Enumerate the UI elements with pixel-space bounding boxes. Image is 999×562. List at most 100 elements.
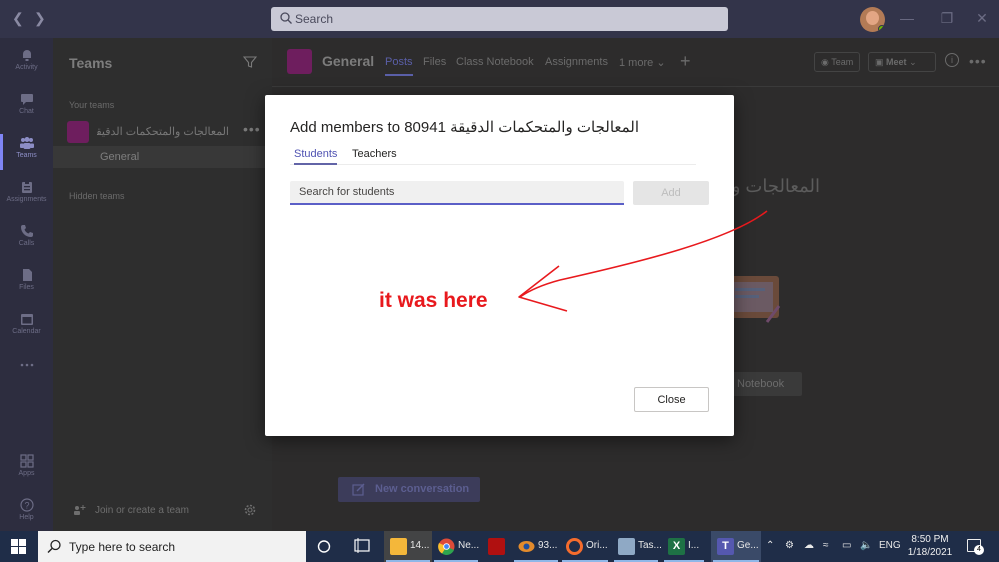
taskbar-app-viewer[interactable]: 93... [512, 531, 560, 562]
file-icon [22, 269, 32, 281]
rail-label: Teams [16, 152, 37, 159]
restore-icon[interactable]: ❐ [940, 11, 954, 25]
taskbar-app-game[interactable] [480, 531, 512, 562]
team-list-item[interactable]: المعالجات والمتحكمات الدقيقة ... ••• [67, 121, 272, 143]
add-members-dialog: Add members to المعالجات والمتحكمات الدق… [265, 95, 734, 436]
team-button[interactable]: ◉ Team [814, 52, 861, 72]
file-explorer-icon [390, 538, 407, 555]
global-search-box[interactable]: Search [271, 7, 728, 31]
taskbar-app-label: Ori... [586, 540, 608, 551]
join-label: Join or create a team [95, 505, 189, 516]
rail-item-activity[interactable]: Activity [0, 42, 53, 86]
channel-title: General [322, 53, 375, 69]
team-more-options-icon[interactable]: ••• [243, 121, 261, 137]
tab-posts[interactable]: Posts [385, 56, 413, 76]
teams-app-icon: T [717, 538, 734, 555]
back-arrow-icon[interactable]: ❮ [12, 10, 24, 27]
taskbar-app-label: 93... [538, 540, 558, 551]
more-dots-icon [20, 363, 33, 367]
taskbar-app-label: Ne... [458, 540, 480, 551]
eye-app-icon [518, 541, 535, 552]
task-view-icon[interactable] [353, 531, 371, 562]
open-notebook-button[interactable]: Notebook [727, 372, 802, 396]
taskbar-app-file-explorer[interactable]: 14... [384, 531, 432, 562]
wifi-icon[interactable]: ≈ [823, 540, 829, 551]
task-manager-icon [618, 538, 635, 555]
channel-item-general[interactable]: General [53, 146, 272, 168]
volume-icon[interactable]: 🔈 [860, 540, 872, 551]
phone-icon [20, 225, 33, 237]
taskbar-app-excel[interactable]: X I... [662, 531, 706, 562]
notification-center-icon[interactable]: 4 [967, 539, 984, 555]
notification-count: 4 [974, 545, 984, 555]
rail-more-apps[interactable] [0, 350, 53, 394]
taskbar-app-teams[interactable]: T Ge... [711, 531, 761, 562]
rail-label: Chat [19, 108, 34, 115]
student-search-input[interactable] [290, 181, 624, 205]
bluetooth-icon[interactable]: ⚙ [785, 540, 794, 551]
taskbar-app-task-manager[interactable]: Tas... [612, 531, 662, 562]
dialog-tabs: Students Teachers [290, 148, 696, 165]
bell-icon [22, 50, 31, 61]
team-button-label: Team [831, 57, 854, 67]
new-conversation-button[interactable]: New conversation [338, 477, 480, 502]
meet-button[interactable]: ▣ Meet ⌄ [868, 52, 936, 72]
compose-icon [352, 483, 365, 496]
tab-assignments[interactable]: Assignments [545, 56, 608, 68]
rail-label: Calendar [12, 328, 41, 335]
dialog-title-prefix: Add members to [290, 119, 401, 136]
rail-item-assignments[interactable]: Assignments [0, 174, 53, 218]
taskbar-app-origin[interactable]: Ori... [560, 531, 610, 562]
rail-label: Activity [15, 64, 38, 71]
tab-files[interactable]: Files [423, 56, 446, 68]
more-options-icon[interactable]: ••• [969, 53, 987, 69]
filter-icon[interactable] [243, 55, 257, 69]
rail-item-teams[interactable]: Teams [0, 130, 53, 174]
rail-item-calendar[interactable]: Calendar [0, 306, 53, 350]
app-rail: Activity Chat Teams Assignments Calls Fi… [0, 38, 53, 531]
rail-item-apps[interactable]: Apps [0, 448, 53, 492]
taskbar-app-label: I... [688, 540, 700, 551]
close-window-icon[interactable]: ✕ [975, 11, 989, 25]
hidden-teams-label[interactable]: Hidden teams [69, 191, 125, 201]
rail-item-files[interactable]: Files [0, 262, 53, 306]
profile-avatar[interactable] [860, 7, 885, 32]
rail-item-calls[interactable]: Calls [0, 218, 53, 262]
add-tab-icon[interactable]: + [680, 51, 691, 72]
taskbar-search-placeholder: Type here to search [69, 540, 176, 554]
join-or-create-team-button[interactable]: Join or create a team [73, 504, 189, 519]
team-name: المعالجات والمتحكمات الدقيقة ... [97, 126, 229, 138]
taskbar-search-box[interactable]: Type here to search [38, 531, 306, 562]
title-bar: ❮ ❯ Search — ❐ ✕ [0, 0, 999, 38]
taskbar-app-label: Ge... [737, 540, 759, 551]
gear-icon[interactable] [243, 503, 257, 517]
close-button[interactable]: Close [634, 387, 709, 412]
rail-item-chat[interactable]: Chat [0, 86, 53, 130]
clock-time: 8:50 PM [911, 534, 949, 545]
tab-students[interactable]: Students [294, 148, 338, 165]
forward-arrow-icon[interactable]: ❯ [34, 10, 46, 27]
add-button[interactable]: Add [633, 181, 709, 205]
rail-label: Apps [18, 470, 35, 477]
windows-start-icon[interactable] [11, 539, 26, 554]
taskbar-app-label: 14... [410, 540, 430, 551]
tray-overflow-chevron-icon[interactable]: ⌃ [766, 540, 774, 551]
global-search-placeholder: Search [295, 12, 334, 26]
tab-class-notebook[interactable]: Class Notebook [456, 56, 534, 68]
teams-panel-title: Teams [69, 55, 113, 71]
rail-item-help[interactable]: ? Help [0, 492, 53, 536]
battery-icon[interactable]: ▭ [842, 540, 851, 551]
input-language[interactable]: ENG [879, 540, 901, 551]
taskbar-app-chrome[interactable]: Ne... [432, 531, 480, 562]
cortana-icon[interactable] [316, 531, 332, 562]
system-clock[interactable]: 8:50 PM 1/18/2021 [906, 533, 954, 559]
tab-more[interactable]: 1 more ⌄ [619, 56, 666, 69]
tab-more-label: 1 more [619, 57, 654, 69]
meet-button-label: Meet [886, 57, 907, 67]
tab-teachers[interactable]: Teachers [352, 148, 397, 160]
chevron-down-icon: ⌄ [656, 57, 666, 69]
onedrive-cloud-icon[interactable]: ☁ [804, 540, 814, 551]
channel-name: General [100, 151, 140, 163]
minimize-icon[interactable]: — [900, 11, 914, 25]
info-icon[interactable]: i [945, 53, 959, 67]
